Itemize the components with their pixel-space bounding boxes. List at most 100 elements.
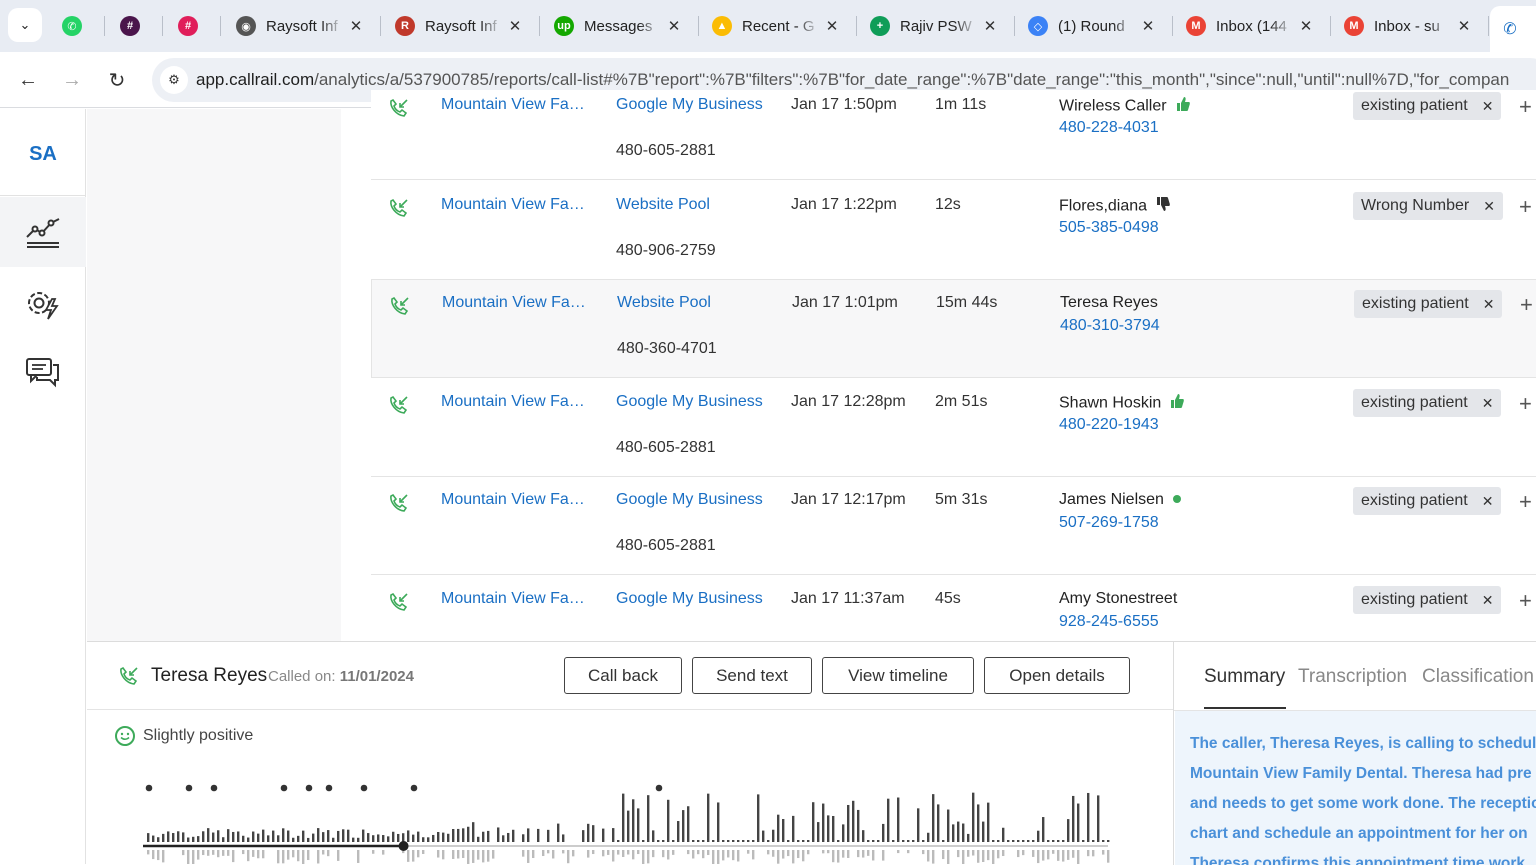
url-text[interactable]: app.callrail.com/analytics/a/537900785/r…	[196, 70, 1509, 90]
source-link[interactable]: Google My Business	[616, 96, 763, 114]
remove-tag-icon[interactable]: ✕	[1483, 296, 1495, 313]
add-tag-icon[interactable]: +	[1519, 588, 1532, 614]
company-link[interactable]: Mountain View Fa…	[441, 196, 585, 214]
add-tag-icon[interactable]: +	[1519, 489, 1532, 515]
browser-tab-10[interactable]: M Inbox - su ✕	[1334, 6, 1482, 46]
remove-tag-icon[interactable]: ✕	[1482, 98, 1494, 115]
waveform-bar	[297, 850, 300, 862]
caller-name: Wireless Caller	[1059, 96, 1191, 117]
sidebar-item-automation[interactable]	[0, 269, 86, 339]
source-link[interactable]: Google My Business	[616, 590, 763, 608]
waveform-bar	[292, 837, 295, 842]
open-details-button[interactable]: Open details	[984, 657, 1130, 694]
source-link[interactable]: Website Pool	[617, 294, 711, 312]
speaker-marker[interactable]	[210, 784, 218, 792]
caller-phone-link[interactable]: 480-220-1943	[1059, 416, 1159, 434]
waveform-bar	[227, 829, 230, 842]
speaker-marker[interactable]	[185, 784, 193, 792]
active-tab[interactable]: ✆	[1490, 6, 1536, 52]
waveform-bar	[327, 830, 330, 842]
account-avatar[interactable]: SA	[0, 129, 86, 179]
browser-tab-9[interactable]: M Inbox (144 ✕	[1176, 6, 1324, 46]
browser-tab-4[interactable]: R Raysoft Inf ✕	[385, 6, 533, 46]
table-row[interactable]: Mountain View Fa… Website Pool 480-360-470…	[371, 280, 1536, 378]
company-link[interactable]: Mountain View Fa…	[441, 393, 585, 411]
close-tab-icon[interactable]: ✕	[1452, 17, 1476, 35]
speaker-marker[interactable]	[325, 784, 333, 792]
remove-tag-icon[interactable]: ✕	[1482, 395, 1494, 412]
company-link[interactable]: Mountain View Fa…	[441, 590, 585, 608]
reload-icon[interactable]: ↻	[101, 64, 133, 96]
tab-transcription[interactable]: Transcription	[1298, 666, 1407, 688]
waveform-bar	[177, 831, 180, 842]
tag-label: existing patient	[1361, 492, 1468, 509]
tab-search-chevron-icon[interactable]: ⌄	[8, 8, 42, 42]
caller-phone-link[interactable]: 928-245-6555	[1059, 613, 1159, 631]
speaker-marker[interactable]	[655, 784, 663, 792]
send-text-button[interactable]: Send text	[692, 657, 812, 694]
source-link[interactable]: Google My Business	[616, 491, 763, 509]
browser-tab-2[interactable]: #	[168, 6, 214, 46]
source-link[interactable]: Google My Business	[616, 393, 763, 411]
waveform-bar	[532, 850, 535, 859]
browser-tab-6[interactable]: ▲ Recent - G ✕	[702, 6, 850, 46]
browser-tab-8[interactable]: ◇ (1) Round ✕	[1018, 6, 1166, 46]
close-tab-icon[interactable]: ✕	[978, 17, 1002, 35]
source-link[interactable]: Website Pool	[616, 196, 710, 214]
browser-tab-7[interactable]: + Rajiv PSW ✕	[860, 6, 1008, 46]
sidebar-item-conversations[interactable]	[0, 337, 86, 407]
caller-phone-link[interactable]: 480-310-3794	[1060, 317, 1160, 335]
table-row[interactable]: Mountain View Fa… Website Pool 480-906-275…	[371, 182, 1536, 280]
close-tab-icon[interactable]: ✕	[1294, 17, 1318, 35]
tab-classification[interactable]: Classification	[1422, 666, 1534, 688]
call-recording-waveform[interactable]	[143, 782, 1118, 864]
waveform-bar	[932, 850, 935, 864]
tab-summary[interactable]: Summary	[1204, 666, 1285, 688]
add-tag-icon[interactable]: +	[1519, 94, 1532, 120]
remove-tag-icon[interactable]: ✕	[1483, 198, 1495, 215]
close-tab-icon[interactable]: ✕	[1136, 17, 1160, 35]
speaker-marker[interactable]	[410, 784, 418, 792]
waveform-bar	[652, 850, 655, 858]
view-timeline-button[interactable]: View timeline	[822, 657, 974, 694]
caller-phone-link[interactable]: 480-228-4031	[1059, 119, 1159, 137]
browser-tab-0[interactable]: ✆	[52, 6, 98, 46]
browser-tab-3[interactable]: ◉ Raysoft Inf ✕	[226, 6, 374, 46]
remove-tag-icon[interactable]: ✕	[1482, 592, 1494, 609]
table-row[interactable]: Mountain View Fa… Google My Business 480-6…	[371, 477, 1536, 575]
app-sidebar: SA	[0, 109, 86, 864]
add-tag-icon[interactable]: +	[1519, 391, 1532, 417]
table-row[interactable]: Mountain View Fa… Google My Business 480-6…	[371, 90, 1536, 180]
table-row[interactable]: Mountain View Fa… Google My Business Jan 1…	[371, 576, 1536, 641]
close-tab-icon[interactable]: ✕	[344, 17, 368, 35]
table-row[interactable]: Mountain View Fa… Google My Business 480-6…	[371, 379, 1536, 477]
browser-tab-5[interactable]: up Messages ✕	[544, 6, 692, 46]
caller-phone-link[interactable]: 505-385-0498	[1059, 219, 1159, 237]
forward-arrow-icon[interactable]: →	[56, 64, 88, 96]
close-tab-icon[interactable]: ✕	[662, 17, 686, 35]
caller-name: Teresa Reyes	[1060, 294, 1158, 312]
back-arrow-icon[interactable]: ←	[12, 64, 44, 96]
site-settings-icon[interactable]: ⚙	[160, 66, 188, 94]
company-link[interactable]: Mountain View Fa…	[441, 491, 585, 509]
speaker-marker[interactable]	[280, 784, 288, 792]
speaker-marker[interactable]	[305, 784, 313, 792]
waveform-bar	[347, 829, 350, 842]
browser-tab-1[interactable]: #	[110, 6, 156, 46]
remove-tag-icon[interactable]: ✕	[1482, 493, 1494, 510]
waveform-bar	[477, 836, 480, 842]
caller-phone-link[interactable]: 507-269-1758	[1059, 514, 1159, 532]
company-link[interactable]: Mountain View Fa…	[441, 96, 585, 114]
waveform-bar	[1007, 840, 1010, 842]
add-tag-icon[interactable]: +	[1520, 292, 1533, 318]
sidebar-item-analytics[interactable]	[0, 197, 86, 267]
close-tab-icon[interactable]: ✕	[503, 17, 527, 35]
add-tag-icon[interactable]: +	[1519, 194, 1532, 220]
call-back-button[interactable]: Call back	[564, 657, 682, 694]
playhead-handle[interactable]	[398, 841, 409, 851]
company-link[interactable]: Mountain View Fa…	[442, 294, 586, 312]
waveform-bar	[257, 833, 260, 842]
speaker-marker[interactable]	[145, 784, 153, 792]
close-tab-icon[interactable]: ✕	[820, 17, 844, 35]
speaker-marker[interactable]	[360, 784, 368, 792]
